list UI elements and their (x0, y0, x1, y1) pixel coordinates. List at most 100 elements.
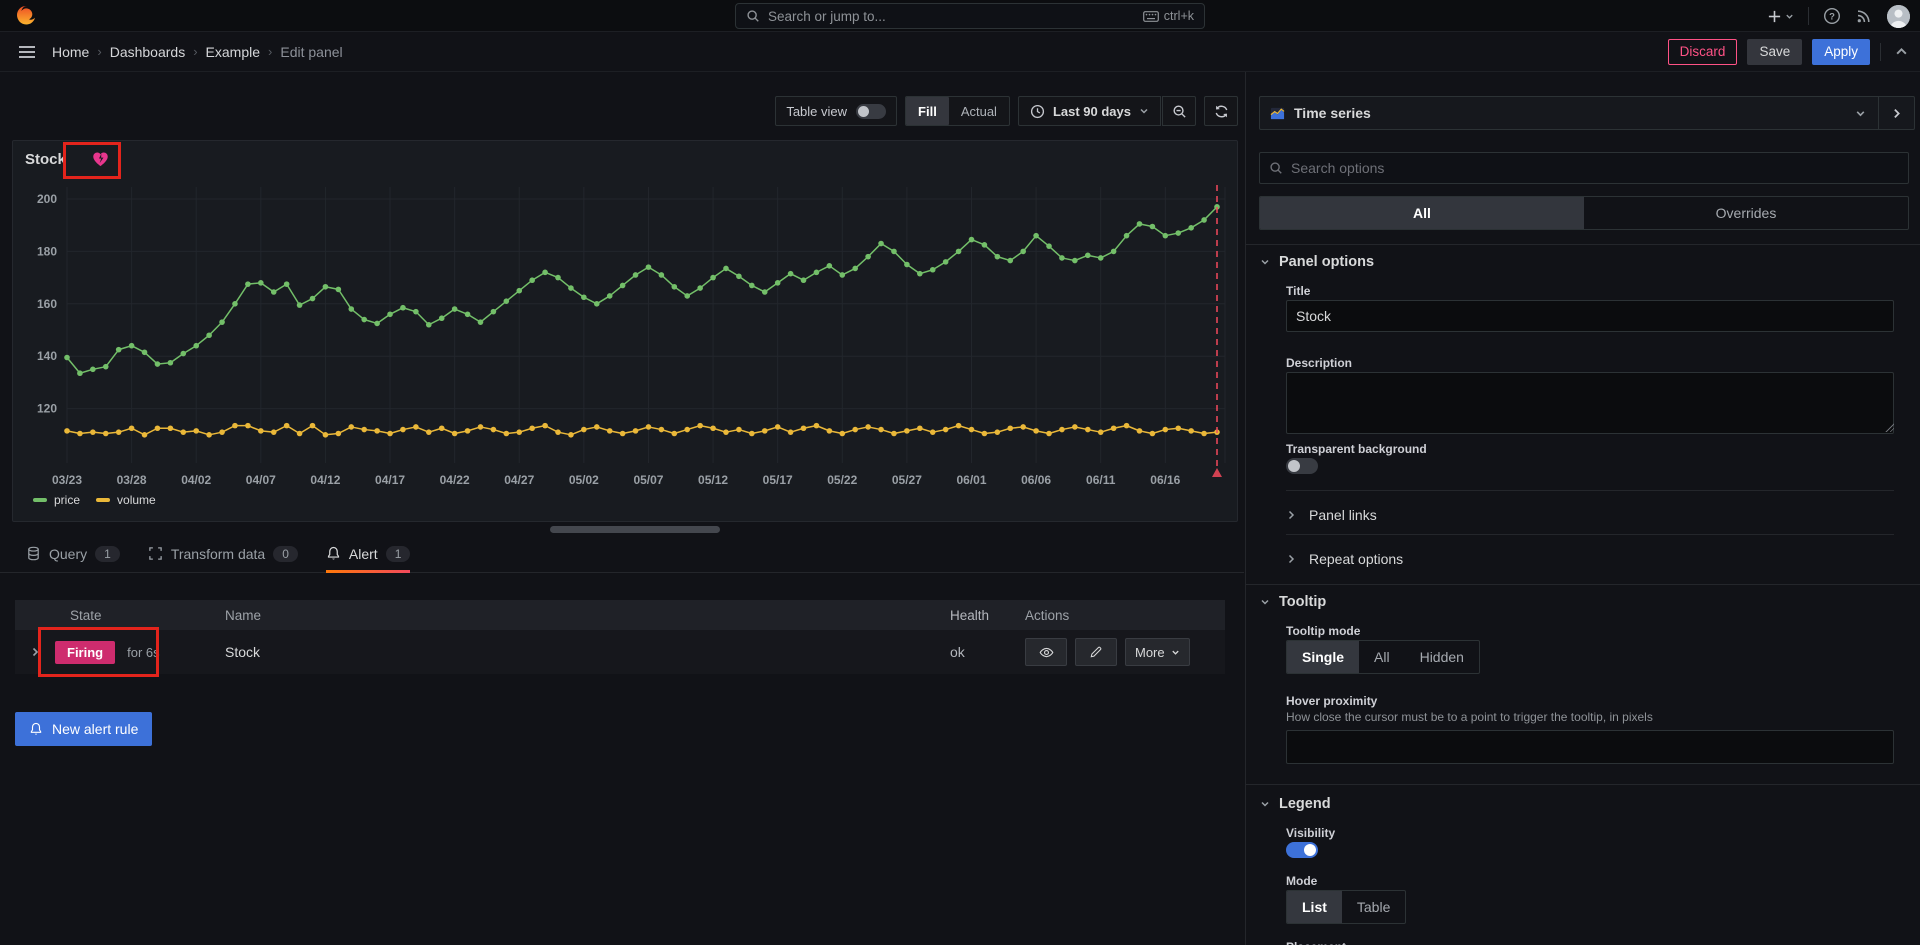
panel-description-textarea[interactable] (1286, 372, 1894, 434)
panel-editor-area: Table view Fill Actual Last 90 days (0, 72, 1244, 945)
svg-text:05/12: 05/12 (698, 473, 728, 487)
zoom-out-button[interactable] (1162, 96, 1196, 126)
stock-chart[interactable]: 03/2303/2804/0204/0704/1204/1704/2204/27… (21, 181, 1227, 493)
legend-mode-list[interactable]: List (1287, 891, 1342, 923)
expand-row-icon[interactable] (15, 647, 55, 657)
stock-panel: Stock 03/2303/2804/0204/0704/1204/1704/2… (12, 140, 1238, 522)
breadcrumb-dashboards[interactable]: Dashboards (110, 44, 186, 60)
svg-text:05/22: 05/22 (827, 473, 857, 487)
menu-icon[interactable] (16, 41, 38, 63)
svg-text:?: ? (1829, 11, 1835, 22)
legend-item-price[interactable]: price (33, 493, 80, 507)
repeat-options-section[interactable]: Repeat options (1286, 544, 1894, 574)
panel-title-input[interactable] (1286, 300, 1894, 332)
legend-mode-table[interactable]: Table (1342, 891, 1405, 923)
search-icon (1269, 161, 1283, 175)
save-button[interactable]: Save (1747, 39, 1802, 65)
tooltip-mode-label: Tooltip mode (1286, 624, 1360, 638)
repeat-options-label: Repeat options (1309, 551, 1403, 567)
tooltip-mode-all[interactable]: All (1359, 641, 1405, 673)
tab-query[interactable]: Query 1 (26, 545, 120, 572)
legend-item-volume[interactable]: volume (96, 493, 156, 507)
svg-text:06/16: 06/16 (1150, 473, 1180, 487)
tooltip-mode-single[interactable]: Single (1287, 641, 1359, 673)
new-alert-rule-label: New alert rule (52, 721, 138, 737)
tab-transform-count: 0 (273, 546, 298, 562)
hover-proximity-description: How close the cursor must be to a point … (1286, 710, 1653, 724)
actual-option[interactable]: Actual (949, 97, 1009, 125)
options-search-input[interactable]: Search options (1259, 152, 1909, 184)
filter-tab-overrides[interactable]: Overrides (1584, 197, 1908, 229)
chevron-right-icon: › (193, 44, 197, 59)
table-header-row: State Name Health Actions (15, 600, 1225, 630)
time-range-picker[interactable]: Last 90 days (1018, 96, 1161, 126)
legend-mode-label: Mode (1286, 874, 1317, 888)
apply-button[interactable]: Apply (1812, 39, 1870, 65)
panel-title[interactable]: Stock (25, 151, 66, 168)
breadcrumb-edit-panel: Edit panel (280, 44, 342, 60)
svg-text:140: 140 (37, 349, 57, 363)
view-alert-button[interactable] (1025, 638, 1067, 666)
tab-alert-label: Alert (349, 546, 378, 562)
chevron-right-icon: › (97, 44, 101, 59)
chart-legend: price volume (33, 493, 156, 507)
edit-alert-button[interactable] (1075, 638, 1117, 666)
firing-state-badge: Firing (55, 641, 115, 664)
svg-text:04/17: 04/17 (375, 473, 405, 487)
svg-text:120: 120 (37, 402, 57, 416)
breadcrumb-example[interactable]: Example (206, 44, 260, 60)
chevron-down-icon (1855, 108, 1866, 119)
transparent-background-toggle[interactable] (1286, 458, 1318, 474)
help-icon[interactable]: ? (1823, 7, 1841, 25)
top-nav-bar: Search or jump to... ctrl+k ? (0, 0, 1920, 32)
chevron-down-icon (1171, 648, 1180, 657)
global-search-input[interactable]: Search or jump to... ctrl+k (735, 3, 1205, 29)
panel-links-section[interactable]: Panel links (1286, 500, 1894, 530)
breadcrumb-bar: Home › Dashboards › Example › Edit panel… (0, 32, 1920, 72)
chevron-up-icon[interactable] (1895, 45, 1908, 58)
tooltip-mode-hidden[interactable]: Hidden (1405, 641, 1479, 673)
add-menu-button[interactable] (1767, 9, 1794, 24)
tooltip-mode-group: Single All Hidden (1286, 640, 1480, 674)
filter-tab-all[interactable]: All (1260, 197, 1584, 229)
tab-alert[interactable]: Alert 1 (326, 545, 410, 572)
breadcrumb-home[interactable]: Home (52, 44, 89, 60)
table-view-switch[interactable] (856, 104, 886, 119)
grafana-logo-icon[interactable] (14, 4, 38, 28)
search-placeholder: Search or jump to... (768, 9, 1135, 24)
tooltip-section-header[interactable]: Tooltip (1260, 594, 1326, 610)
more-actions-button[interactable]: More (1125, 638, 1190, 666)
news-icon[interactable] (1855, 7, 1873, 25)
chevron-down-icon (1260, 257, 1270, 267)
svg-text:04/02: 04/02 (181, 473, 211, 487)
table-view-toggle[interactable]: Table view (775, 96, 897, 126)
svg-text:05/17: 05/17 (763, 473, 793, 487)
volume-swatch (96, 498, 110, 502)
transparent-background-label: Transparent background (1286, 442, 1427, 456)
discard-button[interactable]: Discard (1668, 39, 1738, 65)
refresh-button[interactable] (1204, 96, 1238, 126)
hover-proximity-input[interactable] (1286, 730, 1894, 764)
legend-visibility-toggle[interactable] (1286, 842, 1318, 858)
svg-text:06/11: 06/11 (1086, 473, 1116, 487)
fill-option[interactable]: Fill (906, 97, 949, 125)
more-label: More (1135, 645, 1165, 660)
resize-handle[interactable] (550, 526, 720, 533)
bell-icon (29, 722, 43, 736)
user-avatar[interactable] (1887, 5, 1910, 28)
svg-text:200: 200 (37, 192, 57, 206)
panel-options-section-header[interactable]: Panel options (1260, 254, 1374, 270)
svg-text:05/07: 05/07 (633, 473, 663, 487)
legend-section-header[interactable]: Legend (1260, 796, 1331, 812)
chevron-down-icon (1260, 799, 1270, 809)
section-divider (1246, 784, 1920, 785)
alert-heart-break-icon[interactable] (92, 151, 109, 167)
visualization-picker[interactable]: Time series (1259, 96, 1915, 130)
new-alert-rule-button[interactable]: New alert rule (15, 712, 152, 746)
tab-transform[interactable]: Transform data 0 (148, 545, 298, 572)
tab-query-label: Query (49, 546, 87, 562)
svg-text:03/23: 03/23 (52, 473, 82, 487)
alert-rule-name[interactable]: Stock (225, 644, 950, 660)
expand-viz-list-button[interactable] (1878, 97, 1914, 129)
panel-header[interactable]: Stock (13, 141, 1237, 177)
